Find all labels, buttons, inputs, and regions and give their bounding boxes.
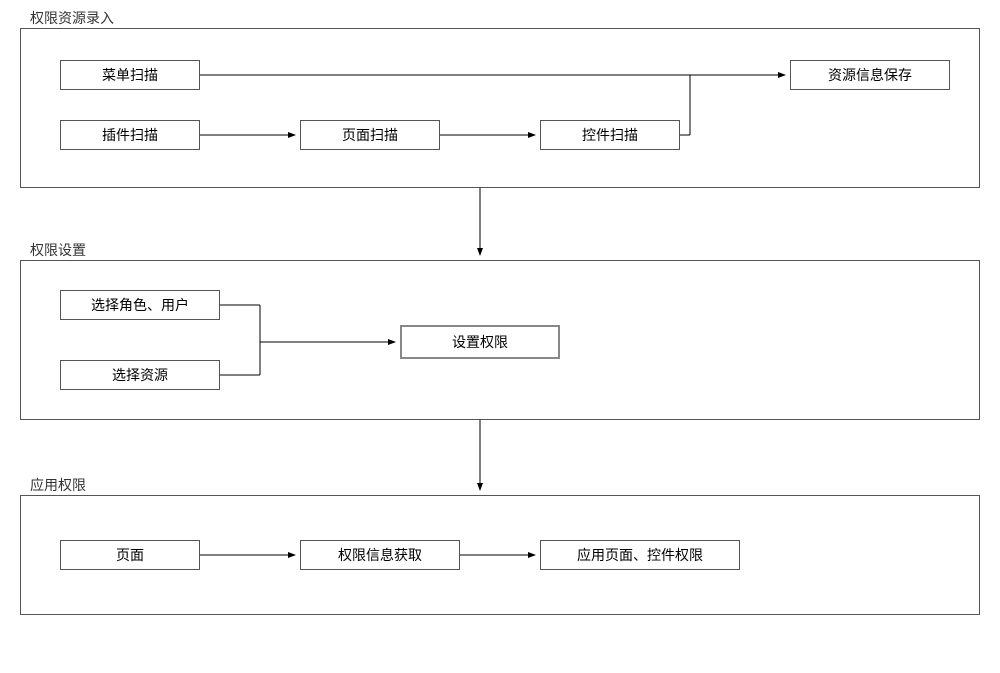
node-get-perm-label: 权限信息获取 — [338, 545, 422, 565]
node-set-perm-label: 设置权限 — [452, 332, 508, 352]
diagram-canvas: 权限资源录入 菜单扫描 插件扫描 页面扫描 控件扫描 资源信息保存 权限设置 选… — [0, 0, 1000, 673]
node-page-scan: 页面扫描 — [300, 120, 440, 150]
node-page: 页面 — [60, 540, 200, 570]
node-sel-res-label: 选择资源 — [112, 365, 168, 385]
node-apply-perm: 应用页面、控件权限 — [540, 540, 740, 570]
section1-label: 权限资源录入 — [30, 8, 114, 28]
node-save-res: 资源信息保存 — [790, 60, 950, 90]
node-control-scan-label: 控件扫描 — [582, 125, 638, 145]
node-sel-role: 选择角色、用户 — [60, 290, 220, 320]
node-menu-scan: 菜单扫描 — [60, 60, 200, 90]
section3-label: 应用权限 — [30, 475, 86, 495]
node-set-perm: 设置权限 — [400, 325, 560, 359]
section2-label: 权限设置 — [30, 240, 86, 260]
node-plugin-scan-label: 插件扫描 — [102, 125, 158, 145]
node-sel-role-label: 选择角色、用户 — [91, 295, 189, 315]
node-plugin-scan: 插件扫描 — [60, 120, 200, 150]
section1-box — [20, 28, 980, 188]
node-page-scan-label: 页面扫描 — [342, 125, 398, 145]
node-page-label: 页面 — [116, 545, 144, 565]
node-get-perm: 权限信息获取 — [300, 540, 460, 570]
node-save-res-label: 资源信息保存 — [828, 65, 912, 85]
node-menu-scan-label: 菜单扫描 — [102, 65, 158, 85]
node-sel-res: 选择资源 — [60, 360, 220, 390]
node-apply-perm-label: 应用页面、控件权限 — [577, 545, 703, 565]
node-control-scan: 控件扫描 — [540, 120, 680, 150]
